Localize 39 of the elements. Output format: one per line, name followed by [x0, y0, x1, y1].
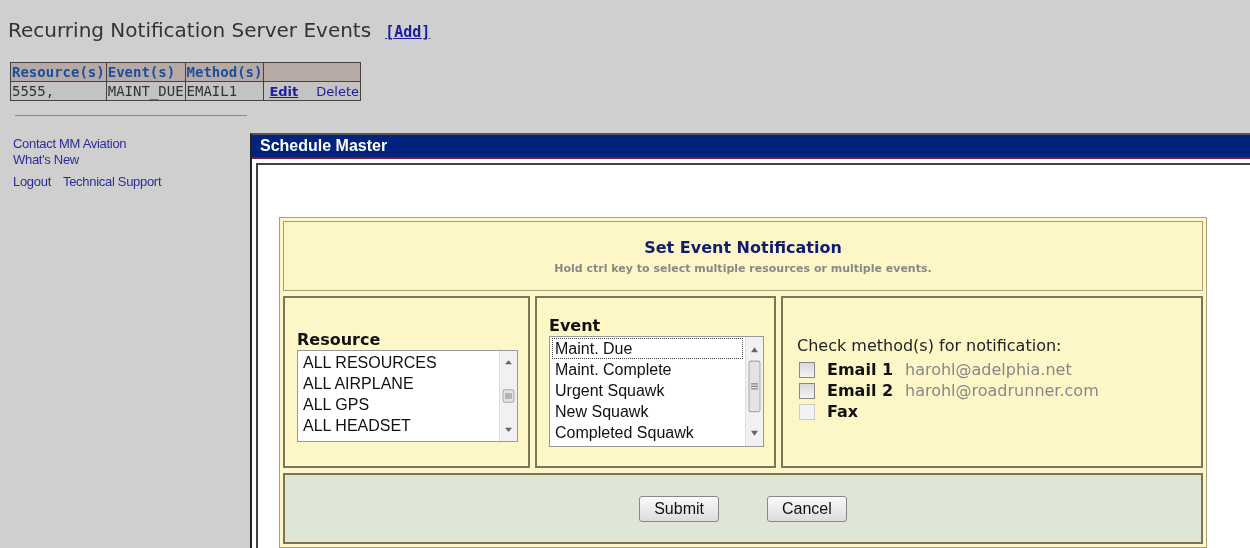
- sidebar-link[interactable]: What's New: [13, 152, 79, 168]
- hint-text: Hold ctrl key to select multiple resources or multiple events.: [554, 262, 932, 275]
- list-option[interactable]: Urgent Squawk: [552, 380, 743, 401]
- add-link[interactable]: [Add]: [385, 23, 431, 41]
- scrollbar-drawing[interactable]: [499, 351, 517, 441]
- method-prompt: Check method(s) for notification:: [797, 336, 1063, 355]
- method-label: Fax: [827, 401, 860, 422]
- method-label: Email 1: [827, 359, 895, 380]
- checkbox[interactable]: [799, 382, 815, 399]
- list-option[interactable]: Completed Squawk: [552, 422, 743, 443]
- dialog-heading: Set Event Notification: [643, 238, 843, 257]
- email-address: harohl@roadrunner.com: [905, 380, 1099, 401]
- method-label: Email 2: [827, 380, 895, 401]
- sidebar-link[interactable]: Logout: [13, 174, 51, 190]
- cancel-button[interactable]: Cancel: [767, 495, 847, 522]
- list-label: Event: [549, 316, 602, 335]
- page-title: Recurring Notification Server Events: [8, 18, 372, 42]
- column-header: Method(s): [185, 62, 264, 82]
- dialog-title: Schedule Master: [260, 136, 388, 156]
- list-option[interactable]: Maint. Due: [552, 338, 743, 359]
- column-header: Event(s): [106, 62, 186, 82]
- scrollbar-drawing[interactable]: [745, 337, 763, 446]
- edit-link[interactable]: Edit: [269, 83, 299, 99]
- list-option[interactable]: New Squawk: [552, 401, 743, 422]
- checkbox[interactable]: [799, 361, 815, 378]
- email-address: harohl@adelphia.net: [905, 359, 1072, 380]
- list-option[interactable]: ALL HEADSET: [300, 415, 497, 436]
- column-header: Resource(s): [10, 62, 107, 82]
- sidebar-link[interactable]: Technical Support: [62, 174, 162, 190]
- list-label: Resource: [297, 330, 382, 349]
- submit-button[interactable]: Submit: [639, 495, 719, 522]
- list-option[interactable]: ALL RESOURCES: [300, 352, 497, 373]
- list-box[interactable]: Maint. Due Maint. Complete Urgent Squawk New Squawk Completed Squawk: [549, 336, 764, 447]
- delete-link[interactable]: Delete: [316, 83, 359, 99]
- list-box[interactable]: ALL RESOURCES ALL AIRPLANE ALL GPS ALL HEADSET: [297, 350, 518, 442]
- list-option[interactable]: ALL GPS: [300, 394, 497, 415]
- sidebar-link[interactable]: Contact MM Aviation: [13, 136, 127, 152]
- list-option[interactable]: Maint. Complete: [552, 359, 743, 380]
- list-option[interactable]: ALL AIRPLANE: [300, 373, 497, 394]
